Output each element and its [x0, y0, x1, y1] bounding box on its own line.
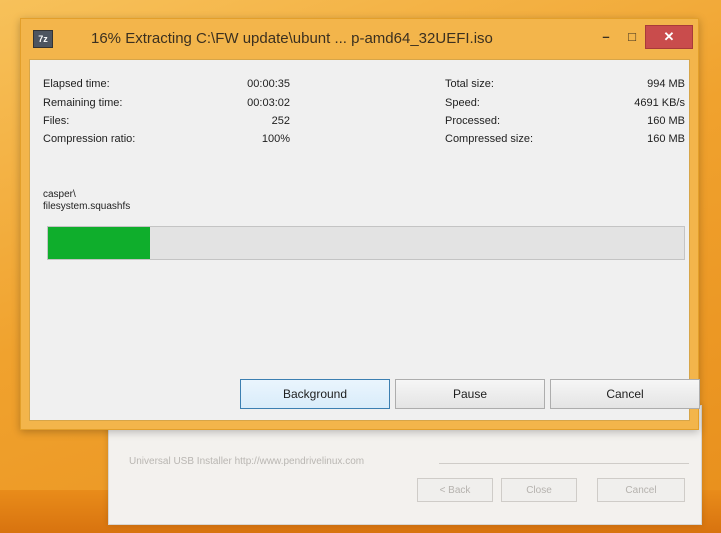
cancel-button[interactable]: Cancel — [550, 379, 700, 409]
remaining-time-value: 00:03:02 — [247, 97, 290, 109]
current-folder: casper\ — [43, 189, 76, 200]
processed-label: Processed: — [445, 115, 501, 127]
elapsed-time-value: 00:00:35 — [247, 78, 290, 90]
files-label: Files: — [43, 115, 70, 127]
current-file: filesystem.squashfs — [43, 201, 131, 212]
progress-bar-fill — [48, 227, 150, 259]
background-button[interactable]: Background — [240, 379, 390, 409]
installer-back-button[interactable]: < Back — [417, 478, 493, 502]
window-title: 16% Extracting C:\FW update\ubunt ... p-… — [91, 30, 493, 47]
7zip-app-icon: 7z — [33, 30, 53, 48]
close-button[interactable]: ✕ — [645, 25, 693, 49]
current-file-path: casper\ filesystem.squashfs — [43, 189, 130, 213]
speed-value: 4691 KB/s — [634, 97, 685, 109]
extraction-progress-bar — [47, 226, 685, 260]
installer-divider — [439, 463, 689, 464]
elapsed-time-label: Elapsed time: — [43, 78, 110, 90]
compression-ratio-label: Compression ratio: — [43, 133, 136, 145]
total-size-label: Total size: — [445, 78, 494, 90]
total-size-value: 994 MB — [647, 78, 685, 90]
title-bar[interactable]: 7z 16% Extracting C:\FW update\ubunt ...… — [21, 19, 698, 59]
files-value: 252 — [271, 115, 290, 127]
installer-cancel-button[interactable]: Cancel — [597, 478, 685, 502]
compressed-size-label: Compressed size: — [445, 133, 534, 145]
compression-ratio-value: 100% — [261, 133, 290, 145]
extraction-progress-window: 7z 16% Extracting C:\FW update\ubunt ...… — [20, 18, 700, 430]
maximize-button[interactable]: □ — [619, 25, 645, 47]
installer-close-button[interactable]: Close — [501, 478, 577, 502]
speed-label: Speed: — [445, 97, 480, 109]
installer-info-line: Universal USB Installer http://www.pendr… — [129, 456, 365, 467]
minimize-button[interactable]: – — [593, 25, 619, 47]
compressed-size-value: 160 MB — [647, 133, 685, 145]
pause-button[interactable]: Pause — [395, 379, 545, 409]
dialog-body: Elapsed time: 00:00:35 Remaining time: 0… — [29, 59, 700, 421]
remaining-time-label: Remaining time: — [43, 97, 123, 109]
processed-value: 160 MB — [647, 115, 685, 127]
